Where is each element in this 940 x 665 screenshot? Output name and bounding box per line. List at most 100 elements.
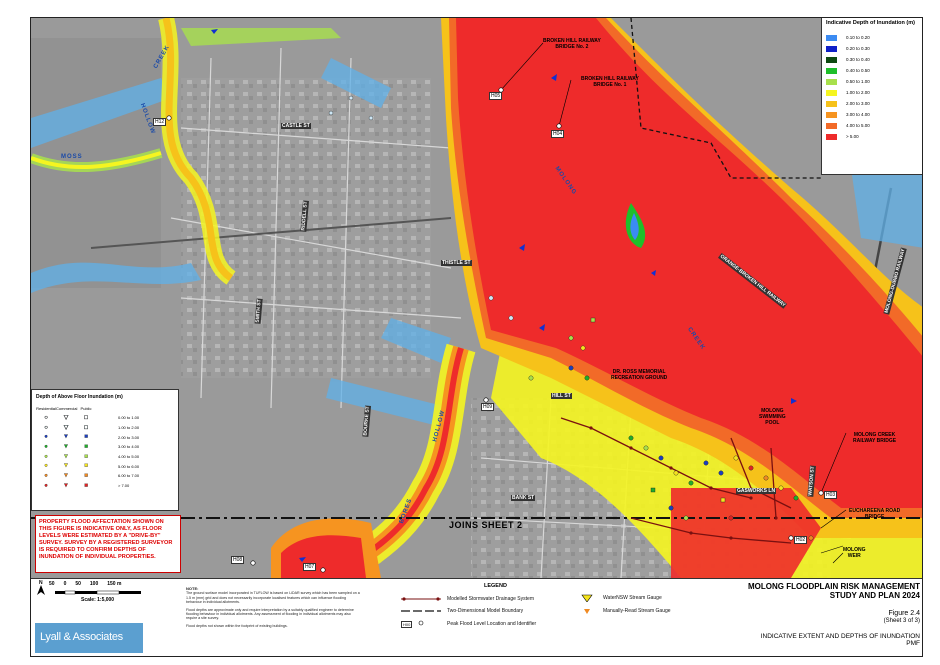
gauge-h02[interactable]: H02 <box>794 536 808 544</box>
floor-legend-item: ○ ▽ □ 1.00 to 2.00 <box>36 423 174 433</box>
label-gasworks-ln: GASWORKS LN <box>736 488 777 494</box>
depth-legend-item: > 5.00 <box>826 131 920 142</box>
label-euchareena-bridge: EUCHAREENA ROAD BRIDGE <box>849 508 901 520</box>
commercial-symbol-icon: ▽ <box>63 414 69 421</box>
public-symbol-icon: □ <box>84 424 88 431</box>
depth-legend-label: 0.10 to 0.20 <box>846 35 870 40</box>
residential-symbol-icon: ● <box>44 434 48 441</box>
floor-inundation-legend: Depth of Above Floor Inundation (m) Resi… <box>31 389 179 511</box>
study-title-line-2: STUDY AND PLAN 2024 <box>829 591 920 600</box>
depth-legend: Indicative Depth of Inundation (m) 0.10 … <box>821 18 922 175</box>
commercial-symbol-icon: ▼ <box>63 443 69 450</box>
depth-legend-swatch <box>826 34 837 41</box>
scale-tick-2: 50 <box>75 581 81 587</box>
floor-legend-item: ● ▼ ■ > 7.00 <box>36 481 174 491</box>
public-symbol-icon: ■ <box>84 482 88 489</box>
commercial-symbol-icon: ▼ <box>63 453 69 460</box>
label-swimming-pool: MOLONG SWIMMING POOL <box>759 408 786 426</box>
public-symbol-icon: ■ <box>84 443 88 450</box>
floor-legend-headers: Residential Commercial Public <box>36 406 174 411</box>
title-strip: N 50 0 50 100 150 m Scale: 1:5,000 Lyall… <box>31 578 922 656</box>
residential-symbol-icon: ● <box>44 472 48 479</box>
gauge-h05[interactable]: H05 <box>489 92 503 100</box>
study-title-line-1: MOLONG FLOODPLAIN RISK MANAGEMENT <box>748 582 920 591</box>
scale-tick-3: 100 <box>89 581 99 587</box>
public-symbol-icon: ■ <box>84 434 88 441</box>
floor-legend-item: ● ▼ ■ 5.00 to 6.00 <box>36 461 174 471</box>
residential-symbol-icon: ○ <box>44 414 48 421</box>
label-molong-weir: MOLONG WEIR <box>843 547 866 559</box>
depth-legend-swatch <box>826 56 837 63</box>
depth-legend-title: Indicative Depth of Inundation (m) <box>826 20 915 26</box>
residential-symbol-icon: ● <box>44 482 48 489</box>
depth-legend-label: 3.00 to 4.00 <box>846 112 870 117</box>
floor-legend-item: ● ▼ ■ 6.00 to 7.00 <box>36 471 174 481</box>
floor-legend-title: Depth of Above Floor Inundation (m) <box>36 394 123 400</box>
depth-legend-swatch <box>826 133 837 140</box>
gauge-h03[interactable]: H03 <box>824 491 838 499</box>
residential-symbol-icon: ○ <box>44 424 48 431</box>
gauge-h04[interactable]: H04 <box>551 130 565 138</box>
legend-peak-id: H00 <box>401 621 413 628</box>
label-thistle-st: THISTLE ST <box>441 260 472 266</box>
depth-legend-label: 4.00 to 5.00 <box>846 123 870 128</box>
floor-legend-label: 3.00 to 4.00 <box>118 444 140 450</box>
gauge-h12[interactable]: H12 <box>153 118 167 126</box>
public-symbol-icon: □ <box>84 414 88 421</box>
note-3: Flood depths not shown within the footpr… <box>186 623 288 628</box>
gauge-h07[interactable]: H07 <box>303 563 317 571</box>
title-block: MOLONG FLOODPLAIN RISK MANAGEMENT STUDY … <box>716 579 922 656</box>
legend-stormwater: Modelled Stormwater Drainage System <box>401 596 534 602</box>
commercial-symbol-icon: ▽ <box>63 424 69 431</box>
depth-legend-label: 2.00 to 3.00 <box>846 101 870 106</box>
depth-legend-swatch <box>826 45 837 52</box>
floor-legend-item: ● ▼ ■ 3.00 to 4.00 <box>36 442 174 452</box>
commercial-symbol-icon: ▼ <box>63 482 69 489</box>
header-commercial: Commercial <box>56 406 78 411</box>
depth-legend-swatch <box>826 111 837 118</box>
legend-stormwater-label: Modelled Stormwater Drainage System <box>447 596 534 602</box>
legend-manual-gauge: Manually-Read Stream Gauge <box>581 607 671 615</box>
depth-legend-item: 2.00 to 3.00 <box>826 98 920 109</box>
scale-label: Scale: 1:5,000 <box>81 597 115 603</box>
floor-legend-item: ● ▼ ■ 4.00 to 5.00 <box>36 452 174 462</box>
legend-waternsw-label: WaterNSW Stream Gauge <box>603 595 662 601</box>
figure-number: Figure 2.4 <box>888 610 920 617</box>
depth-legend-label: > 5.00 <box>846 134 859 139</box>
scale-tick-4: 150 m <box>107 581 122 587</box>
legend-peak-level: H00 Peak Flood Level Location and Identi… <box>401 620 536 628</box>
depth-legend-swatch <box>826 67 837 74</box>
commercial-symbol-icon: ▼ <box>63 434 69 441</box>
scale-tick-0: 50 <box>49 581 55 587</box>
gauge-h08[interactable]: H08 <box>231 556 245 564</box>
flood-event: PMF <box>906 640 920 647</box>
label-creek-railway-bridge: MOLONG CREEK RAILWAY BRIDGE <box>853 432 897 444</box>
depth-legend-label: 0.40 to 0.50 <box>846 68 870 73</box>
gauge-h09[interactable]: H09 <box>481 403 495 411</box>
floor-legend-label: 2.00 to 3.00 <box>118 434 140 440</box>
public-symbol-icon: ■ <box>84 463 88 470</box>
sheet-number: (Sheet 3 of 3) <box>883 618 920 624</box>
public-symbol-icon: ■ <box>84 453 88 460</box>
commercial-symbol-icon: ▼ <box>63 472 69 479</box>
legend-boundary-label: Two-Dimensional Model Boundary <box>447 608 524 614</box>
scale-ticks: 50 0 50 100 150 m <box>49 581 121 587</box>
figure-subtitle: INDICATIVE EXTENT AND DEPTHS OF INUNDATI… <box>760 633 920 640</box>
depth-legend-item: 0.30 to 0.40 <box>826 54 920 65</box>
depth-legend-label: 0.30 to 0.40 <box>846 57 870 62</box>
depth-legend-item: 0.50 to 1.00 <box>826 76 920 87</box>
floor-legend-item: ○ ▽ □ 0.00 to 1.00 <box>36 413 174 423</box>
floor-legend-label: 0.00 to 1.00 <box>118 415 140 421</box>
residential-symbol-icon: ● <box>44 443 48 450</box>
map-sheet: H05 H04 H12 H09 H03 H02 H08 H07 BROKEN H… <box>30 17 923 657</box>
map-notes: NOTE: The ground surface model incorpora… <box>186 586 361 628</box>
label-castle-st: CASTLE ST <box>281 123 311 129</box>
header-public: Public <box>80 406 92 411</box>
legend-boundary: Two-Dimensional Model Boundary <box>401 608 523 614</box>
legend-manual-label: Manually-Read Stream Gauge <box>603 608 671 614</box>
scale-tick-1: 0 <box>63 581 67 587</box>
depth-legend-label: 1.00 to 2.00 <box>846 90 870 95</box>
floor-legend-item: ● ▼ ■ 2.00 to 3.00 <box>36 432 174 442</box>
legend-title: LEGEND <box>484 583 507 589</box>
depth-legend-swatch <box>826 100 837 107</box>
